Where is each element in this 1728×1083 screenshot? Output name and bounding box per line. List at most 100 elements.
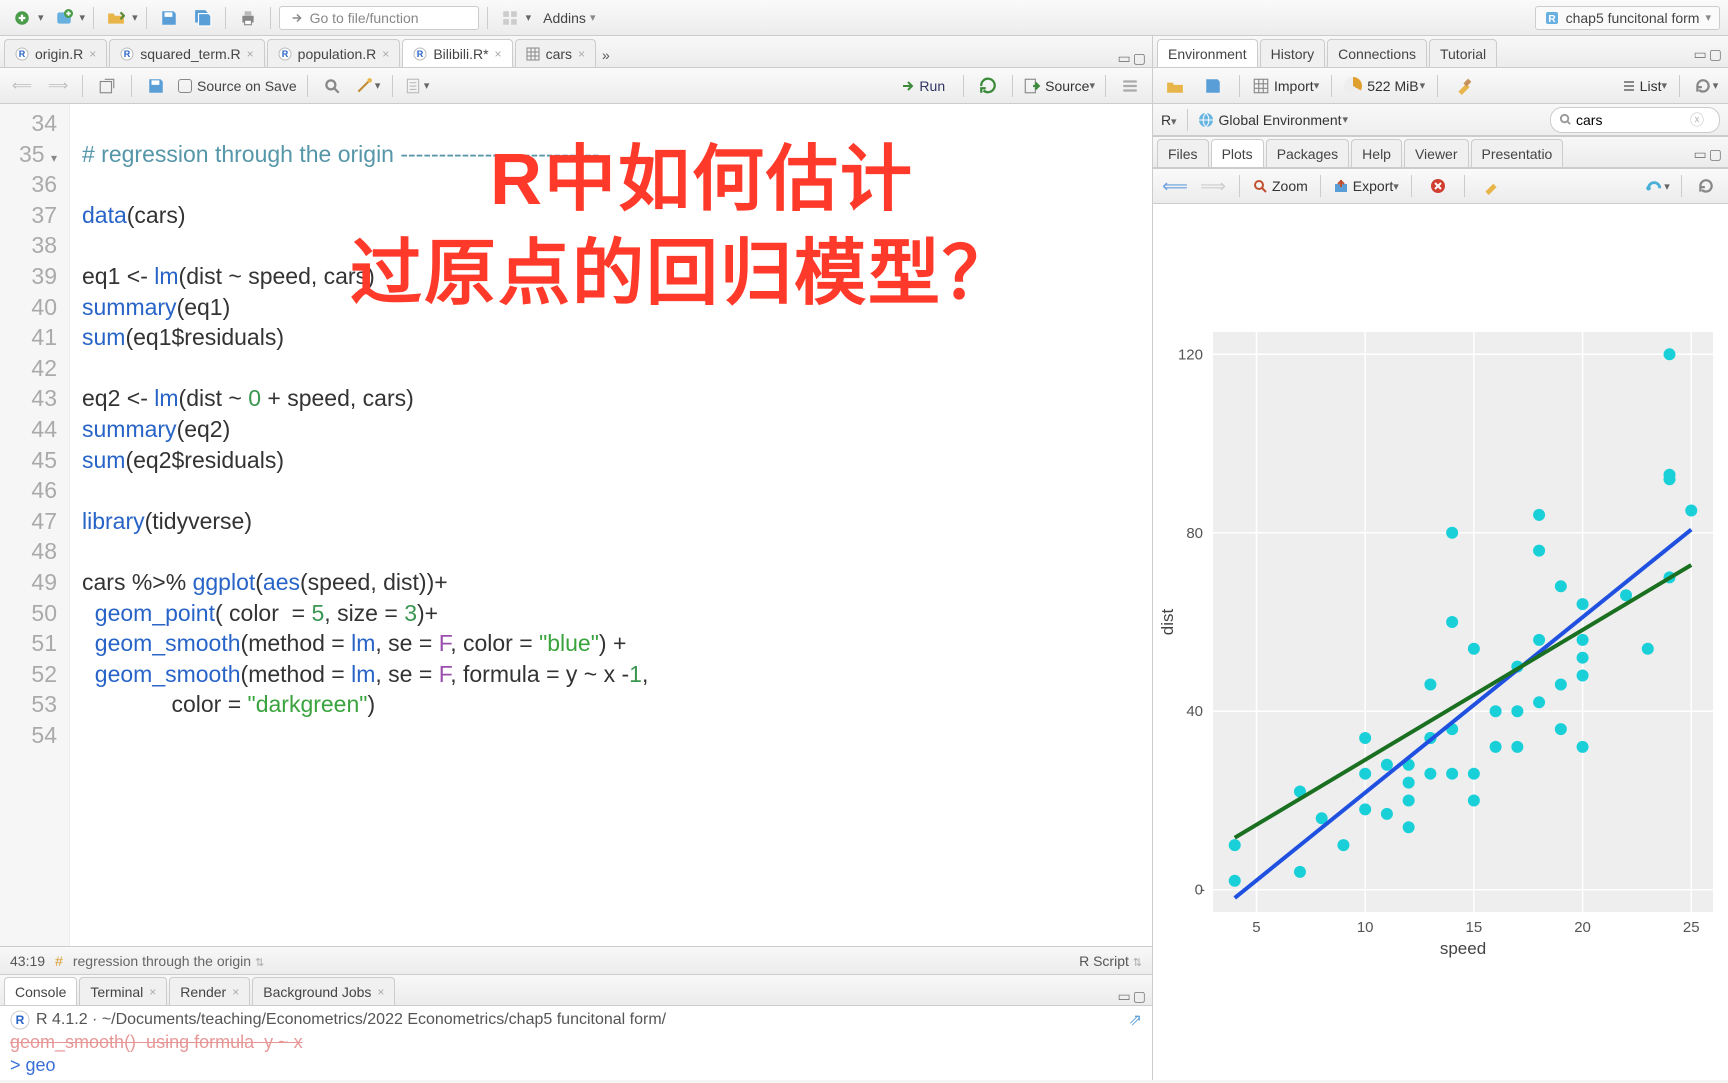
new-file-dropdown-icon[interactable]: ▾ [38,11,44,24]
new-project-dropdown-icon[interactable]: ▾ [80,11,86,24]
plots-tab[interactable]: Files [1157,139,1209,167]
svg-text:5: 5 [1252,919,1260,936]
save-button[interactable] [155,4,183,32]
maximize-icon[interactable]: ▢ [1133,988,1146,1005]
list-grid-toggle[interactable]: List▾ [1622,78,1667,94]
svg-text:25: 25 [1683,919,1700,936]
env-tab[interactable]: History [1260,39,1326,67]
close-tab-icon[interactable]: × [495,47,502,61]
scope-global[interactable]: Global Environment ▾ [1198,112,1348,128]
forward-button[interactable]: ⟹ [44,72,72,100]
close-icon[interactable]: × [232,985,239,999]
notebook-button[interactable]: ▾ [403,72,431,100]
source-on-save-checkbox[interactable]: Source on Save [178,78,297,94]
run-button[interactable]: Run [893,75,953,97]
plots-tab[interactable]: Help [1351,139,1402,167]
minimize-icon[interactable]: ▭ [1118,988,1131,1005]
svg-text:-: - [1200,882,1205,899]
minimize-icon[interactable]: ▭ [1118,50,1131,67]
find-button[interactable] [318,72,346,100]
new-file-button[interactable] [8,4,36,32]
editor-tab[interactable]: cars× [515,39,596,67]
plots-tab[interactable]: Packages [1266,139,1349,167]
zoom-button[interactable]: Zoom [1252,178,1308,194]
console-tab[interactable]: Background Jobs× [252,977,395,1005]
maximize-icon[interactable]: ▢ [1709,46,1722,63]
close-tab-icon[interactable]: × [578,47,585,61]
project-selector[interactable]: R chap5 funcitonal form ▾ [1535,6,1720,30]
console-tab[interactable]: Render× [169,977,250,1005]
svg-text:R: R [16,1013,25,1027]
svg-text:40: 40 [1186,703,1203,720]
file-icon: R [278,47,292,61]
new-project-button[interactable] [50,4,78,32]
close-icon[interactable]: × [149,985,156,999]
main-toolbar: ▾ ▾ ▾ Go to file/function ▾ Addins ▾ R c… [0,0,1728,36]
minimize-icon[interactable]: ▭ [1694,46,1707,63]
source-button[interactable]: Source ▾ [1023,77,1095,95]
editor-tab[interactable]: RBilibili.R*× [402,39,512,67]
save-workspace-button[interactable] [1199,72,1227,100]
minimize-icon[interactable]: ▭ [1694,146,1707,163]
editor-tab[interactable]: Rsquared_term.R× [109,39,264,67]
svg-text:dist: dist [1158,609,1177,636]
import-dataset-button[interactable]: Import▾ [1252,77,1319,95]
clear-plots-button[interactable] [1477,172,1505,200]
refresh-plot-button[interactable] [1692,172,1720,200]
goto-file-input[interactable]: Go to file/function [279,6,479,30]
console-tab[interactable]: Console [4,977,77,1005]
prev-plot-button[interactable]: ⟸ [1161,172,1189,200]
open-dropdown-icon[interactable]: ▾ [132,11,138,24]
console-pane-buttons[interactable]: ▭ ▢ [1118,988,1152,1005]
editor-tabs: Rorigin.R×Rsquared_term.R×Rpopulation.R×… [0,36,1152,68]
grid-dropdown-icon[interactable]: ▾ [526,11,532,24]
scope-r[interactable]: R ▾ [1161,112,1177,128]
close-tab-icon[interactable]: × [89,47,96,61]
grid-button[interactable] [496,4,524,32]
plots-tab[interactable]: Viewer [1404,139,1469,167]
console-tab[interactable]: Terminal× [79,977,167,1005]
file-icon: R [413,47,427,61]
maximize-icon[interactable]: ▢ [1709,146,1722,163]
remove-plot-button[interactable] [1424,172,1452,200]
wand-button[interactable]: ▾ [354,72,382,100]
maximize-icon[interactable]: ▢ [1133,50,1146,67]
memory-usage[interactable]: 522 MiB▾ [1344,77,1425,95]
env-search-input[interactable]: ⓧ [1550,107,1720,133]
svg-text:R: R [417,49,424,59]
close-tab-icon[interactable]: × [382,47,389,61]
print-button[interactable] [234,4,262,32]
env-tab[interactable]: Tutorial [1429,39,1497,67]
console[interactable]: R R 4.1.2 · ~/Documents/teaching/Econome… [0,1006,1152,1080]
refresh-env-button[interactable]: ▾ [1692,72,1720,100]
svg-text:120: 120 [1178,346,1203,363]
back-button[interactable]: ⟸ [8,72,36,100]
svg-text:15: 15 [1466,919,1483,936]
save-all-button[interactable] [189,4,217,32]
close-tab-icon[interactable]: × [247,47,254,61]
outline-button[interactable] [1116,72,1144,100]
popout-source-button[interactable] [93,72,121,100]
section-selector[interactable]: regression through the origin ⇅ [73,953,1069,969]
editor-tab[interactable]: Rorigin.R× [4,39,107,67]
open-file-button[interactable] [102,4,130,32]
addins-menu[interactable]: Addins ▾ [537,10,601,26]
next-plot-button[interactable]: ⟹ [1199,172,1227,200]
rerun-button[interactable] [974,72,1002,100]
close-icon[interactable]: × [377,985,384,999]
plots-tab[interactable]: Plots [1211,139,1264,167]
language-selector[interactable]: R Script ⇅ [1079,953,1142,969]
code-editor[interactable]: 3435 ▾3637383940414243444546474849505152… [0,104,1152,946]
save-source-button[interactable] [142,72,170,100]
clear-workspace-button[interactable] [1450,72,1478,100]
env-tab[interactable]: Connections [1327,39,1427,67]
tab-overflow-button[interactable]: » [598,43,614,67]
plots-tabs: FilesPlotsPackagesHelpViewerPresentatio ▭… [1153,136,1728,168]
clear-search-icon[interactable]: ⓧ [1690,110,1704,130]
env-tab[interactable]: Environment [1157,39,1258,67]
editor-tab[interactable]: Rpopulation.R× [267,39,401,67]
export-button[interactable]: Export▾ [1333,178,1399,194]
plots-tab[interactable]: Presentatio [1471,139,1564,167]
load-workspace-button[interactable] [1161,72,1189,100]
publish-button[interactable]: ▾ [1643,172,1671,200]
